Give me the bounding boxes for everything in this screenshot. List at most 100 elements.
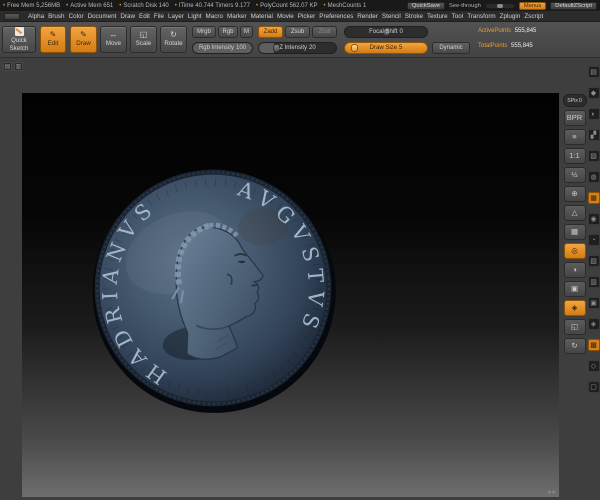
z-intensity-value: 20 <box>309 45 316 51</box>
menu-item[interactable]: Layer <box>168 13 184 20</box>
right-shelf: SPix 0 BPR ≡ 1:1 ½ ⊕ △ ▦ ◎ ◑ ▣ ◈ ◱ ↻ <box>562 94 587 354</box>
left-tray-icon-1[interactable]: ▤ <box>3 62 12 71</box>
stat-item: Scratch Disk 140 <box>119 3 168 9</box>
button-icon: BPR <box>566 113 583 123</box>
palette-icon[interactable]: ▣ <box>587 297 600 309</box>
palette-icon[interactable]: ▤ <box>587 66 600 78</box>
menu-item[interactable]: File <box>154 13 164 20</box>
palette-icon[interactable]: ◆ <box>587 87 600 99</box>
focal-shift-slider[interactable]: Focal Shift 0 <box>344 26 428 38</box>
z-intensity-label: Z Intensity <box>279 45 307 51</box>
slider-knob[interactable] <box>497 3 504 8</box>
rgb-button[interactable]: Rgb <box>218 26 238 38</box>
m-button[interactable]: M <box>240 26 253 38</box>
palette-glyph: ▨ <box>590 153 597 160</box>
draw-mode-button[interactable]: ✎ Draw <box>70 26 97 53</box>
menu-item[interactable]: Document <box>88 13 117 20</box>
menu-item[interactable]: Tool <box>452 13 464 20</box>
scale-3d-button[interactable]: ◱ <box>563 319 586 335</box>
nav-left-icon[interactable]: ◂ <box>547 488 551 496</box>
zadd-button[interactable]: Zadd <box>258 26 283 38</box>
palette-glyph: ◉ <box>590 216 597 223</box>
zsub-button[interactable]: Zsub <box>285 26 310 38</box>
menu-item[interactable]: Alpha <box>28 13 44 20</box>
menu-item[interactable]: Material <box>251 13 273 20</box>
zcut-button[interactable]: Zcut <box>312 26 337 38</box>
palette-icon[interactable]: ◍ <box>587 171 600 183</box>
menus-button[interactable]: Menus <box>518 1 547 10</box>
button-icon: ⊕ <box>571 189 578 199</box>
palette-icon[interactable]: ▥ <box>587 276 600 288</box>
zbrush-logo <box>4 12 20 20</box>
menu-item[interactable]: Preferences <box>319 13 353 20</box>
quicksave-button[interactable]: QuickSave <box>406 1 445 10</box>
menu-item[interactable]: Brush <box>48 13 64 20</box>
palette-icon[interactable]: ▧ <box>587 255 600 267</box>
frame-button[interactable]: ▣ <box>563 281 586 297</box>
spix-slider[interactable]: SPix 0 <box>562 94 587 107</box>
palette-icon[interactable]: ▩ <box>587 339 600 351</box>
scroll-button[interactable]: ≡ <box>563 129 586 145</box>
left-tray-icon-2[interactable]: ▥ <box>14 62 23 71</box>
menu-item[interactable]: Marker <box>227 13 247 20</box>
menu-item[interactable]: Movie <box>277 13 294 20</box>
menu-item[interactable]: Stroke <box>405 13 423 20</box>
palette-icon[interactable]: ◈ <box>587 318 600 330</box>
quick-sketch-button[interactable]: Quick Sketch <box>2 26 36 53</box>
slider-knob[interactable] <box>350 44 358 52</box>
actual-size-button[interactable]: 1:1 <box>563 148 586 164</box>
rotate-3d-button[interactable]: ↻ <box>563 338 586 354</box>
button-icon: ½ <box>571 170 578 180</box>
mrgb-button[interactable]: Mrgb <box>192 26 216 38</box>
palette-glyph: ▤ <box>590 69 597 76</box>
draw-label: Draw <box>76 40 91 48</box>
focal-shift-value: 0 <box>399 29 403 35</box>
zoom-button[interactable]: ⊕ <box>563 186 586 202</box>
menu-item[interactable]: Stencil <box>382 13 401 20</box>
palette-icon[interactable]: ◔ <box>587 234 600 246</box>
z-intensity-slider[interactable]: Z Intensity 20 <box>258 42 337 54</box>
menu-item[interactable]: Zscript <box>524 13 543 20</box>
menu-bar: Alpha Brush Color Document Draw Edit File Layer… <box>0 11 600 22</box>
scale-mode-button[interactable]: ◱ Scale <box>130 26 157 53</box>
nav-right-icon[interactable]: ▸ <box>552 488 556 496</box>
menu-item[interactable]: Macro <box>205 13 223 20</box>
palette-icon[interactable]: ◉ <box>587 213 600 225</box>
menu-item[interactable]: Transform <box>467 13 495 20</box>
menu-item[interactable]: Texture <box>427 13 448 20</box>
active-points-value: 555,845 <box>514 28 537 34</box>
palette-icon[interactable]: ▢ <box>587 381 600 393</box>
aahalf-button[interactable]: ½ <box>563 167 586 183</box>
menu-item[interactable]: Light <box>188 13 202 20</box>
coin-3d-model[interactable]: HADRIANVS AVGVSTVS <box>88 163 338 413</box>
palette-icon[interactable]: ◐ <box>587 108 600 120</box>
menu-item[interactable]: Picker <box>298 13 316 20</box>
document-canvas[interactable]: HADRIANVS AVGVSTVS ◂ ▸ <box>22 93 559 497</box>
see-through-slider[interactable] <box>484 2 515 9</box>
menu-item[interactable]: Edit <box>139 13 150 20</box>
default-zscript-button[interactable]: DefaultZScript <box>550 1 597 10</box>
draw-size-slider[interactable]: Draw Size 5 <box>344 42 428 54</box>
menu-item[interactable]: Zplugin <box>500 13 521 20</box>
palette-glyph: ▩ <box>590 342 597 349</box>
menu-item[interactable]: Render <box>357 13 378 20</box>
move-3d-button[interactable]: ◈ <box>563 300 586 316</box>
right-shelf-buttons: BPR ≡ 1:1 ½ ⊕ △ ▦ ◎ ◑ ▣ ◈ ◱ ↻ <box>563 110 586 354</box>
menu-item[interactable]: Color <box>69 13 84 20</box>
rgb-intensity-slider[interactable]: Rgb Intensity 100 <box>192 42 253 54</box>
floor-button[interactable]: ▦ <box>563 224 586 240</box>
palette-icon[interactable]: ▦ <box>587 192 600 204</box>
stat-item: Active Mem 651 <box>66 3 113 9</box>
dynamic-button[interactable]: Dynamic <box>432 42 470 54</box>
palette-icon[interactable]: ▞ <box>587 129 600 141</box>
local-button[interactable]: ◎ <box>563 243 586 259</box>
palette-icon[interactable]: ▨ <box>587 150 600 162</box>
persp-button[interactable]: △ <box>563 205 586 221</box>
bpr-button[interactable]: BPR <box>563 110 586 126</box>
lsym-button[interactable]: ◑ <box>563 262 586 278</box>
rotate-mode-button[interactable]: ↻ Rotate <box>160 26 187 53</box>
move-mode-button[interactable]: ↔ Move <box>100 26 127 53</box>
palette-icon[interactable]: ◇ <box>587 360 600 372</box>
menu-item[interactable]: Draw <box>120 13 135 20</box>
edit-button[interactable]: ✎ Edit <box>40 26 66 53</box>
